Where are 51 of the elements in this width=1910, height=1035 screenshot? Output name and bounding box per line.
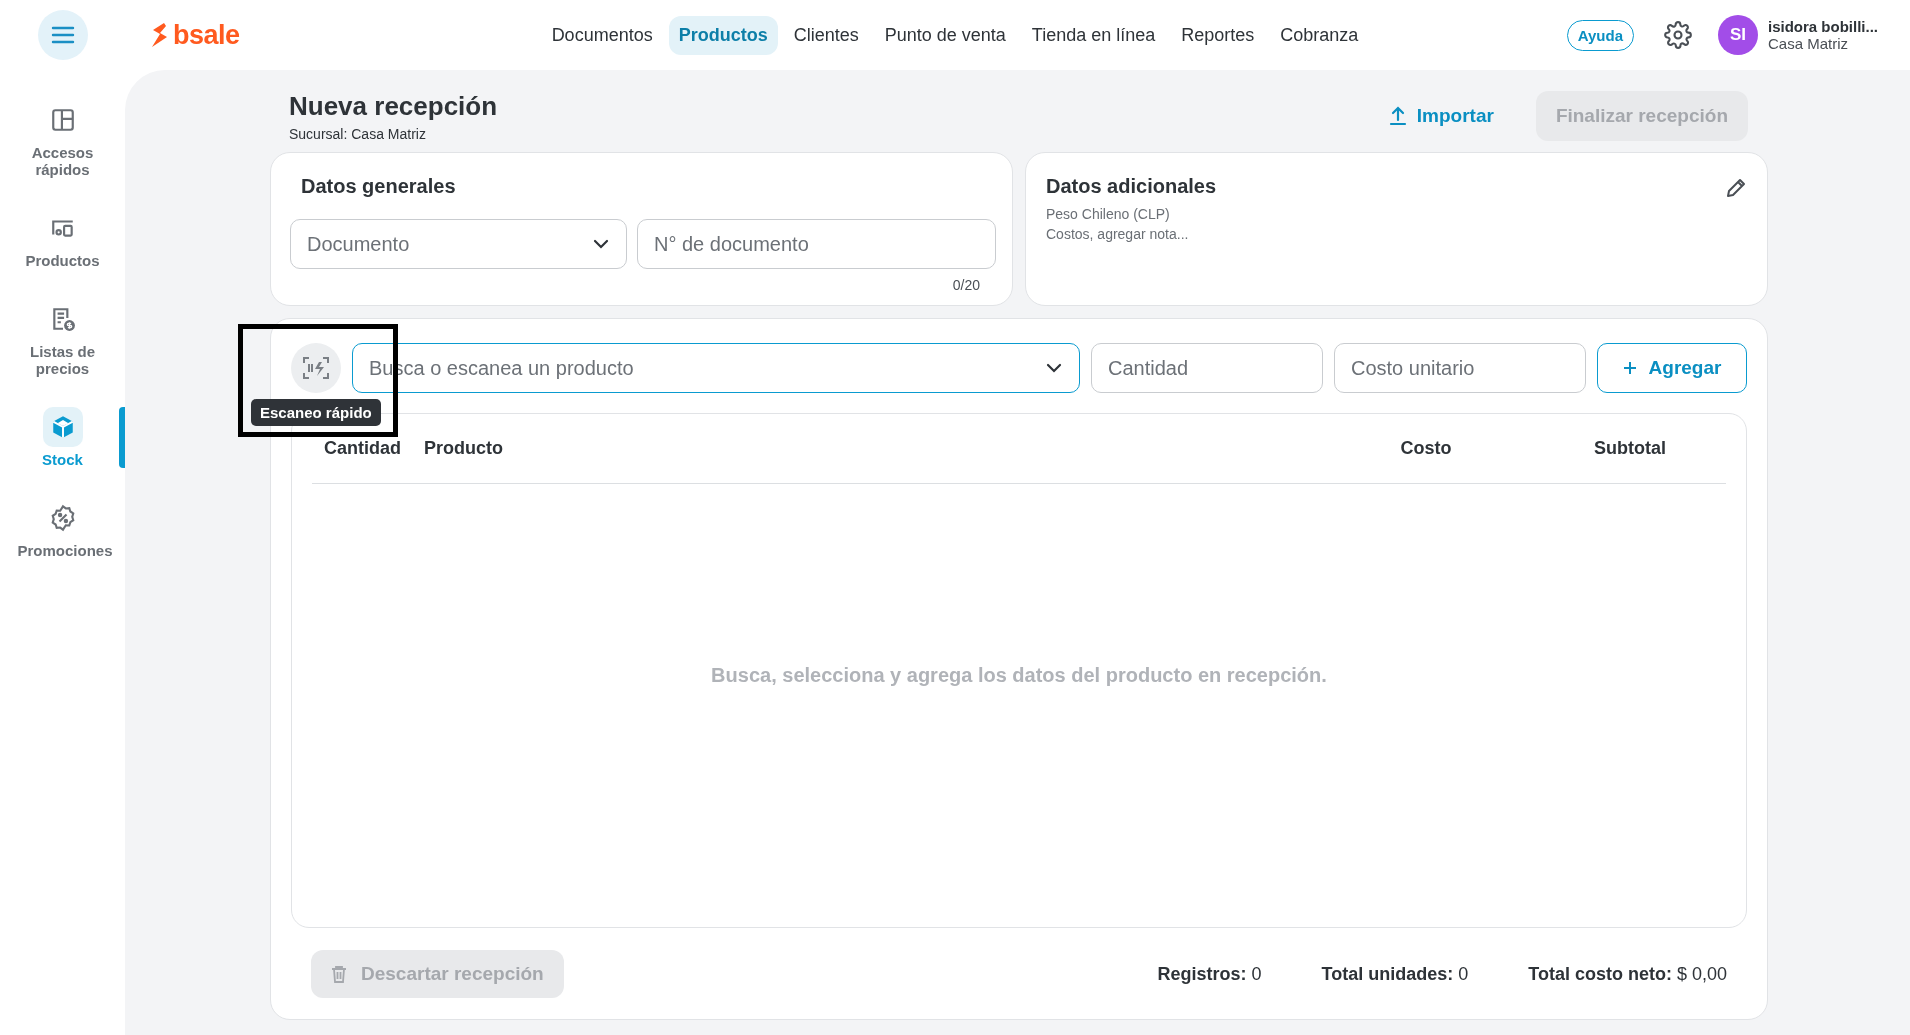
plus-icon <box>1622 361 1637 375</box>
sidebar-item[interactable]: Stock <box>0 407 125 468</box>
chevron-down-icon <box>593 239 609 249</box>
nav-tab[interactable]: Punto de venta <box>874 15 1016 55</box>
nav-tab[interactable]: Productos <box>668 15 778 55</box>
user-name: isidora bobilli... <box>1768 18 1878 35</box>
add-button[interactable]: Agregar <box>1597 343 1747 393</box>
total-summary: Registros: 0 <box>1157 963 1262 985</box>
logo: bsale <box>173 19 240 51</box>
settings-icon[interactable] <box>1664 21 1692 49</box>
card-title: Datos generales <box>301 175 457 198</box>
sidebar-item[interactable]: Productos <box>0 208 125 269</box>
help-button[interactable]: Ayuda <box>1566 19 1634 51</box>
sidebar-item[interactable]: Accesos rápidos <box>0 100 125 178</box>
nav-tab[interactable]: Clientes <box>783 15 869 55</box>
character-counter: 0/20 <box>951 277 980 293</box>
sidebar-item[interactable]: Promociones <box>0 498 125 559</box>
scan-icon <box>302 356 330 380</box>
document-dropdown[interactable]: Documento <box>290 219 627 269</box>
user-branch: Casa Matriz <box>1768 35 1849 52</box>
column-header: Producto <box>424 438 504 459</box>
layout-icon <box>49 107 76 133</box>
column-header: Costo <box>1399 438 1453 459</box>
nav-tab[interactable]: Reportes <box>1171 15 1265 55</box>
total-summary: Total unidades: 0 <box>1321 963 1469 985</box>
menu-button[interactable] <box>38 10 88 60</box>
trash-icon <box>331 965 347 983</box>
empty-state-text: Busca, selecciona y agrega los datos del producto en recepción. <box>711 664 1327 687</box>
chevron-down-icon <box>1046 363 1062 373</box>
page-title: Nueva recepción <box>289 90 499 122</box>
total-summary: Total costo neto: $ 0,00 <box>1528 963 1727 985</box>
import-button[interactable]: Importar <box>1376 97 1506 135</box>
branch-subtitle: Sucursal: Casa Matriz <box>289 125 427 142</box>
column-header: Cantidad <box>324 438 402 459</box>
nav-tab[interactable]: Documentos <box>541 15 663 55</box>
card-title: Datos adicionales <box>1046 175 1218 198</box>
quick-scan-button[interactable] <box>291 343 341 393</box>
detail-text: Costos, agregar nota... <box>1046 225 1190 244</box>
menu-icon <box>51 25 75 45</box>
unit-cost-field[interactable]: Costo unitario <box>1334 343 1586 393</box>
upload-icon <box>1388 106 1407 126</box>
user-avatar[interactable]: SI <box>1718 15 1758 55</box>
nav-tab[interactable]: Cobranza <box>1270 15 1369 55</box>
document-number-field[interactable]: N° de documento <box>637 219 996 269</box>
quantity-field[interactable]: Cantidad <box>1091 343 1323 393</box>
column-header: Subtotal <box>1593 438 1667 459</box>
nav-tab[interactable]: Tienda en línea <box>1021 15 1166 55</box>
edit-icon[interactable] <box>1725 177 1747 199</box>
tooltip: Escaneo rápido <box>251 399 381 426</box>
sidebar-item[interactable]: Listas de precios <box>0 299 125 377</box>
detail-text: Peso Chileno (CLP) <box>1046 205 1171 224</box>
